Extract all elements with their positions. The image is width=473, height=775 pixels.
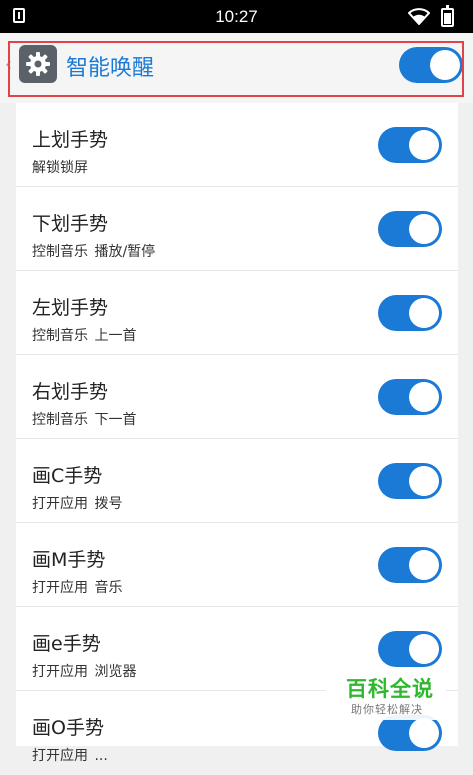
toggle-knob — [409, 298, 439, 328]
watermark-subtitle: 助你轻松解决 — [351, 703, 423, 716]
item-subtitle: 打开应用 音乐 — [32, 580, 123, 596]
swipe-down-toggle[interactable] — [378, 211, 442, 247]
list-item-swipe-up[interactable]: 上划手势 解锁锁屏 — [16, 103, 458, 187]
list-item-swipe-down[interactable]: 下划手势 控制音乐 播放/暂停 — [16, 187, 458, 271]
toggle-knob — [409, 718, 439, 748]
item-title: 画M手势 — [32, 549, 106, 571]
list-item-draw-c[interactable]: 画C手势 打开应用 拨号 — [16, 439, 458, 523]
draw-e-toggle[interactable] — [378, 631, 442, 667]
toggle-knob — [409, 634, 439, 664]
toggle-knob — [409, 382, 439, 412]
watermark-title: 百科全说 — [346, 677, 434, 701]
toggle-knob — [409, 550, 439, 580]
item-subtitle: 控制音乐 下一首 — [32, 412, 137, 428]
item-title: 左划手势 — [32, 297, 109, 319]
item-subtitle: 控制音乐 播放/暂停 — [32, 244, 156, 260]
item-subtitle: 打开应用 ... — [32, 748, 108, 764]
item-subtitle: 打开应用 拨号 — [32, 496, 123, 512]
item-title: 画O手势 — [32, 717, 104, 739]
item-title: 上划手势 — [32, 129, 109, 151]
status-bar: 10:27 — [0, 0, 473, 33]
item-title: 画C手势 — [32, 465, 103, 487]
toggle-knob — [409, 130, 439, 160]
battery-icon — [441, 5, 454, 27]
draw-m-toggle[interactable] — [378, 547, 442, 583]
swipe-left-toggle[interactable] — [378, 295, 442, 331]
toggle-knob — [409, 466, 439, 496]
list-item-swipe-left[interactable]: 左划手势 控制音乐 上一首 — [16, 271, 458, 355]
swipe-up-toggle[interactable] — [378, 127, 442, 163]
wifi-icon — [408, 8, 430, 25]
item-title: 画e手势 — [32, 633, 101, 655]
draw-c-toggle[interactable] — [378, 463, 442, 499]
item-subtitle: 打开应用 浏览器 — [32, 664, 137, 680]
list-item-swipe-right[interactable]: 右划手势 控制音乐 下一首 — [16, 355, 458, 439]
swipe-right-toggle[interactable] — [378, 379, 442, 415]
toggle-knob — [409, 214, 439, 244]
highlight-frame — [8, 41, 464, 97]
status-time: 10:27 — [215, 7, 258, 26]
list-item-draw-m[interactable]: 画M手势 打开应用 音乐 — [16, 523, 458, 607]
item-title: 下划手势 — [32, 213, 109, 235]
item-title: 右划手势 — [32, 381, 109, 403]
item-subtitle: 控制音乐 上一首 — [32, 328, 137, 344]
item-subtitle: 解锁锁屏 — [32, 160, 88, 176]
gesture-list: 上划手势 解锁锁屏 下划手势 控制音乐 播放/暂停 左划手势 控制音乐 上一首 … — [16, 103, 458, 764]
